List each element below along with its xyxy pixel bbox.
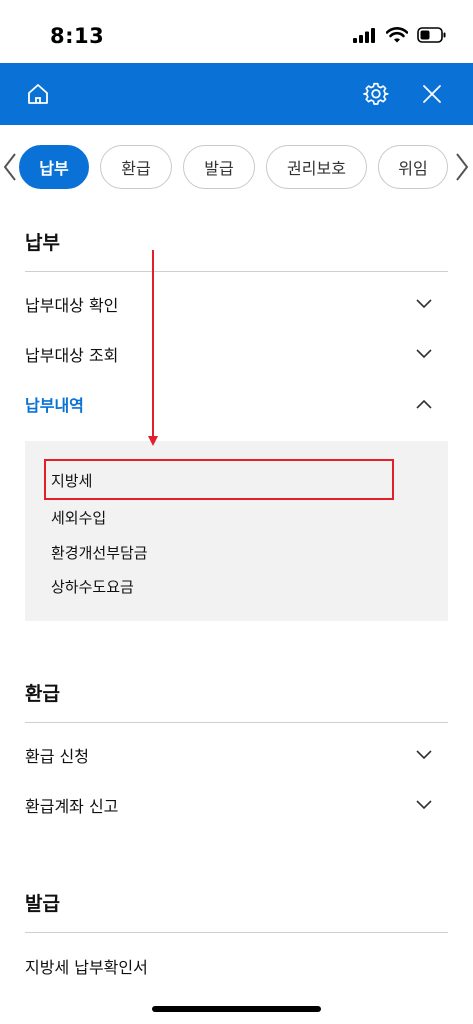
category-tabs: 납부 환급 발급 권리보호 위임 — [0, 125, 473, 207]
scroll-left-button[interactable] — [0, 147, 20, 187]
tab-rights-protection[interactable]: 권리보호 — [266, 145, 367, 189]
home-icon — [28, 84, 48, 104]
menu-item-search-payment-target[interactable]: 납부대상 조회 — [25, 334, 448, 374]
section-title-refund: 환급 — [25, 683, 60, 705]
menu-item-label: 환급계좌 신고 — [25, 797, 119, 816]
chevron-down-icon — [414, 344, 434, 364]
menu-item-label: 납부대상 확인 — [25, 296, 119, 315]
submenu-item-environment-charge[interactable]: 환경개선부담금 — [51, 542, 148, 563]
divider — [25, 271, 448, 272]
chevron-left-icon — [3, 153, 16, 181]
section-title-issue: 발급 — [25, 893, 60, 915]
app-header — [0, 63, 473, 125]
tab-refund[interactable]: 환급 — [100, 145, 172, 189]
scroll-right-button[interactable] — [452, 147, 472, 187]
submenu-item-water-fee[interactable]: 상하수도요금 — [51, 576, 134, 597]
menu-item-local-tax-certificate[interactable]: 지방세 납부확인서 — [25, 946, 448, 986]
menu-item-label: 환급 신청 — [25, 747, 89, 766]
signal-icon — [353, 27, 375, 43]
divider — [25, 932, 448, 933]
chevron-right-icon — [456, 153, 469, 181]
menu-item-label: 납부대상 조회 — [25, 346, 119, 365]
tab-payment[interactable]: 납부 — [19, 145, 89, 189]
chevron-down-icon — [414, 795, 434, 815]
menu-item-refund-account[interactable]: 환급계좌 신고 — [25, 785, 448, 825]
battery-icon — [417, 27, 446, 43]
close-icon — [423, 85, 441, 103]
close-button[interactable] — [414, 76, 450, 112]
status-time: 8:13 — [50, 24, 105, 48]
tab-delegation[interactable]: 위임 — [378, 145, 448, 189]
status-bar: 8:13 — [0, 0, 473, 63]
divider — [25, 722, 448, 723]
submenu-item-non-tax-revenue[interactable]: 세외수입 — [51, 507, 106, 528]
menu-item-refund-request[interactable]: 환급 신청 — [25, 735, 448, 775]
gear-icon — [363, 82, 389, 105]
menu-item-label: 납부내역 — [25, 396, 84, 415]
home-indicator — [152, 1006, 321, 1012]
chevron-down-icon — [414, 745, 434, 765]
annotation-arrow — [148, 250, 158, 446]
tab-issue[interactable]: 발급 — [183, 145, 255, 189]
home-button[interactable] — [20, 76, 56, 112]
menu-item-payment-history[interactable]: 납부내역 — [25, 384, 448, 424]
wifi-icon — [386, 27, 408, 43]
menu-item-label: 지방세 납부확인서 — [25, 958, 148, 977]
chevron-up-icon — [414, 394, 434, 414]
menu-item-check-payment-target[interactable]: 납부대상 확인 — [25, 284, 448, 324]
annotation-highlight-box — [44, 459, 394, 500]
settings-button[interactable] — [358, 76, 394, 112]
section-title-payment: 납부 — [25, 232, 60, 254]
chevron-down-icon — [414, 294, 434, 314]
status-icons — [353, 27, 447, 43]
